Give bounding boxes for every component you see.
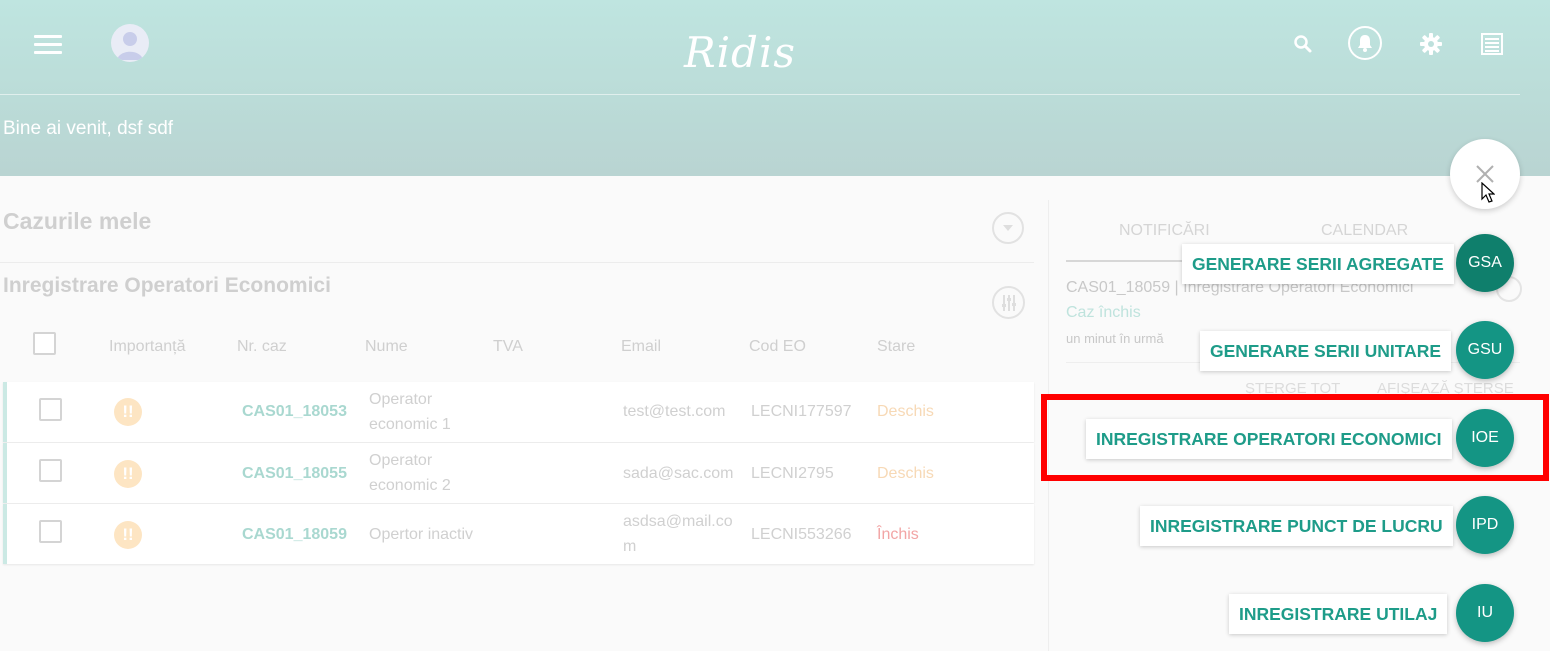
column-header-name[interactable]: Nume	[365, 338, 408, 356]
list-icon[interactable]	[1476, 28, 1508, 60]
menu-icon[interactable]	[34, 34, 62, 54]
importance-icon: !!	[114, 398, 142, 426]
speed-dial-label-gsu[interactable]: GENERARE SERII UNITARE	[1200, 331, 1452, 371]
brand-logo: Ridis	[684, 28, 796, 77]
operator-email: test@test.com	[623, 403, 726, 420]
filter-button[interactable]	[992, 286, 1025, 319]
column-header-eo-code[interactable]: Cod EO	[749, 338, 806, 356]
chevron-down-icon	[1003, 225, 1013, 231]
row-checkbox[interactable]	[39, 520, 62, 543]
case-number-link[interactable]: CAS01_18059	[242, 526, 347, 544]
speed-dial-label-gsa[interactable]: GENERARE SERII AGREGATE	[1182, 244, 1454, 284]
operator-email-line2: m	[623, 538, 637, 555]
select-all-checkbox[interactable]	[33, 332, 56, 355]
column-header-email[interactable]: Email	[621, 338, 661, 356]
cases-title: Cazurile mele	[3, 208, 152, 234]
importance-icon: !!	[114, 521, 142, 549]
eo-code: LECNI553266	[751, 526, 852, 543]
speed-dial-label-ipd[interactable]: INREGISTRARE PUNCT DE LUCRU	[1140, 506, 1453, 546]
column-header-importance[interactable]: Importanță	[109, 338, 185, 356]
status-badge: Închis	[877, 526, 919, 543]
column-header-vat[interactable]: TVA	[493, 338, 523, 356]
row-checkbox[interactable]	[39, 398, 62, 421]
table-row[interactable]: !! CAS01_18055 Operator economic 2 sada@…	[3, 443, 1034, 503]
mouse-cursor-icon	[1481, 182, 1495, 203]
operator-name-line2: economic 1	[369, 416, 451, 433]
speed-dial-button-gsu[interactable]: GSU	[1456, 321, 1514, 379]
case-number-link[interactable]: CAS01_18055	[242, 465, 347, 483]
column-header-status[interactable]: Stare	[877, 338, 915, 356]
tab-notifications[interactable]: NOTIFICĂRI	[1119, 222, 1210, 240]
highlight-box	[1041, 394, 1549, 481]
header-divider	[0, 94, 1520, 95]
operator-name: Opertor inactiv	[369, 526, 474, 543]
app-header: Ridis Bine ai venit, dsf sdf	[0, 0, 1550, 176]
case-number-link[interactable]: CAS01_18053	[242, 403, 347, 421]
speed-dial-button-ipd[interactable]: IPD	[1456, 496, 1514, 554]
table-row[interactable]: !! CAS01_18053 Operator economic 1 test@…	[3, 382, 1034, 442]
row-checkbox[interactable]	[39, 459, 62, 482]
status-badge: Deschis	[877, 403, 934, 420]
section-title: Inregistrare Operatori Economici	[3, 274, 331, 297]
operator-email: asdsa@mail.co	[623, 513, 733, 530]
operator-name: Operator	[369, 452, 433, 469]
gear-icon[interactable]	[1415, 28, 1447, 60]
section-divider	[0, 262, 1034, 263]
tab-calendar[interactable]: CALENDAR	[1321, 222, 1408, 240]
speed-dial-label-iu[interactable]: INREGISTRARE UTILAJ	[1229, 594, 1448, 634]
column-header-case-number[interactable]: Nr. caz	[237, 338, 287, 356]
speed-dial-button-iu[interactable]: IU	[1456, 584, 1514, 642]
eo-code: LECNI177597	[751, 403, 852, 420]
table-row[interactable]: !! CAS01_18059 Opertor inactiv asdsa@mai…	[3, 504, 1034, 564]
operator-name: Operator	[369, 391, 433, 408]
speed-dial-button-gsa[interactable]: GSA	[1456, 234, 1514, 292]
eo-code: LECNI2795	[751, 465, 834, 482]
status-badge: Deschis	[877, 465, 934, 482]
avatar[interactable]	[111, 24, 149, 62]
operator-name-line2: economic 2	[369, 477, 451, 494]
collapse-button[interactable]	[992, 212, 1024, 244]
notification-status: Caz închis	[1066, 304, 1141, 321]
welcome-text: Bine ai venit, dsf sdf	[3, 118, 174, 139]
sliders-icon	[1001, 294, 1016, 311]
bell-icon[interactable]	[1348, 26, 1382, 60]
search-icon[interactable]	[1287, 28, 1319, 60]
importance-icon: !!	[114, 460, 142, 488]
notification-time: un minut în urmă	[1066, 331, 1164, 346]
operator-email: sada@sac.com	[623, 465, 734, 482]
